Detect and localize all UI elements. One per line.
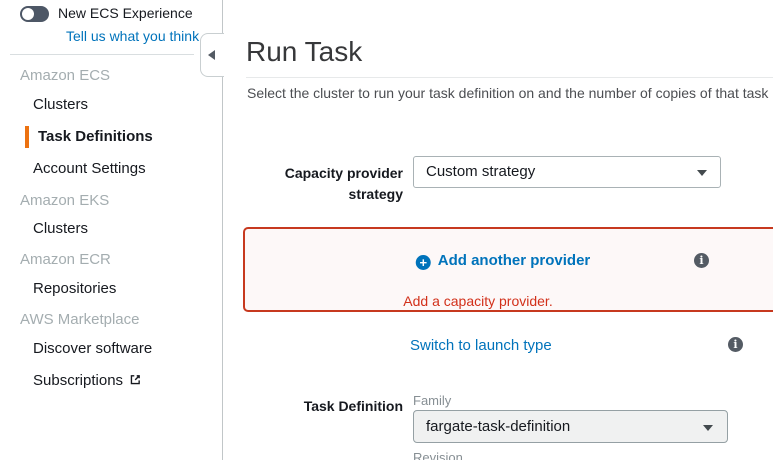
plus-circle-icon: + bbox=[416, 255, 431, 270]
title-divider bbox=[246, 77, 773, 78]
revision-field-label: Revision bbox=[413, 450, 463, 460]
family-field-label: Family bbox=[413, 393, 451, 408]
chevron-down-icon bbox=[703, 425, 713, 431]
sidebar-item-subscriptions[interactable]: Subscriptions bbox=[33, 372, 142, 389]
family-selected-value: fargate-task-definition bbox=[426, 411, 570, 442]
sidebar-item-ecs-clusters[interactable]: Clusters bbox=[33, 96, 88, 113]
sidebar-nav: New ECS Experience Tell us what you thin… bbox=[0, 0, 223, 460]
provider-info-icon[interactable]: i bbox=[694, 253, 709, 268]
page-title: Run Task bbox=[246, 36, 362, 68]
sidebar-item-task-definitions[interactable]: Task Definitions bbox=[38, 128, 153, 145]
capacity-provider-strategy-label: Capacity provider strategy bbox=[247, 163, 403, 205]
new-ecs-experience-label: New ECS Experience bbox=[58, 5, 193, 21]
section-header-aws-marketplace: AWS Marketplace bbox=[20, 311, 139, 328]
sidebar-collapse-tab[interactable] bbox=[200, 33, 224, 77]
task-definition-family-select[interactable]: fargate-task-definition bbox=[413, 410, 728, 443]
switch-to-launch-type-link[interactable]: Switch to launch type bbox=[410, 337, 552, 354]
active-item-indicator bbox=[25, 126, 29, 148]
subscriptions-label: Subscriptions bbox=[33, 372, 123, 389]
capacity-provider-error-message: Add a capacity provider. bbox=[403, 293, 552, 309]
sidebar-item-eks-clusters[interactable]: Clusters bbox=[33, 220, 88, 237]
task-definition-label: Task Definition bbox=[247, 396, 403, 417]
feedback-link[interactable]: Tell us what you think bbox=[66, 28, 199, 44]
new-ecs-experience-toggle[interactable] bbox=[20, 6, 49, 22]
section-header-amazon-ecr: Amazon ECR bbox=[20, 251, 111, 268]
sidebar-item-account-settings[interactable]: Account Settings bbox=[33, 160, 146, 177]
sidebar-item-repositories[interactable]: Repositories bbox=[33, 280, 116, 297]
capacity-strategy-selected-value: Custom strategy bbox=[426, 157, 535, 187]
main-content: Run Task Select the cluster to run your … bbox=[224, 0, 773, 460]
add-another-provider-label: Add another provider bbox=[438, 252, 591, 269]
external-link-icon bbox=[129, 373, 142, 386]
add-another-provider-button[interactable]: + Add another provider bbox=[416, 252, 591, 270]
collapse-left-arrow-icon bbox=[208, 50, 215, 60]
sidebar-item-discover-software[interactable]: Discover software bbox=[33, 340, 152, 357]
page-description: Select the cluster to run your task defi… bbox=[247, 85, 768, 101]
ecs-console-screen: New ECS Experience Tell us what you thin… bbox=[0, 0, 773, 460]
toggle-knob bbox=[22, 8, 34, 20]
chevron-down-icon bbox=[697, 170, 707, 176]
section-header-amazon-ecs: Amazon ECS bbox=[20, 67, 110, 84]
launch-type-info-icon[interactable]: i bbox=[728, 337, 743, 352]
sidebar-divider bbox=[10, 54, 194, 55]
section-header-amazon-eks: Amazon EKS bbox=[20, 192, 109, 209]
capacity-provider-error-box: + Add another provider i Add a capacity p… bbox=[243, 227, 773, 312]
capacity-provider-strategy-select[interactable]: Custom strategy bbox=[413, 156, 721, 188]
